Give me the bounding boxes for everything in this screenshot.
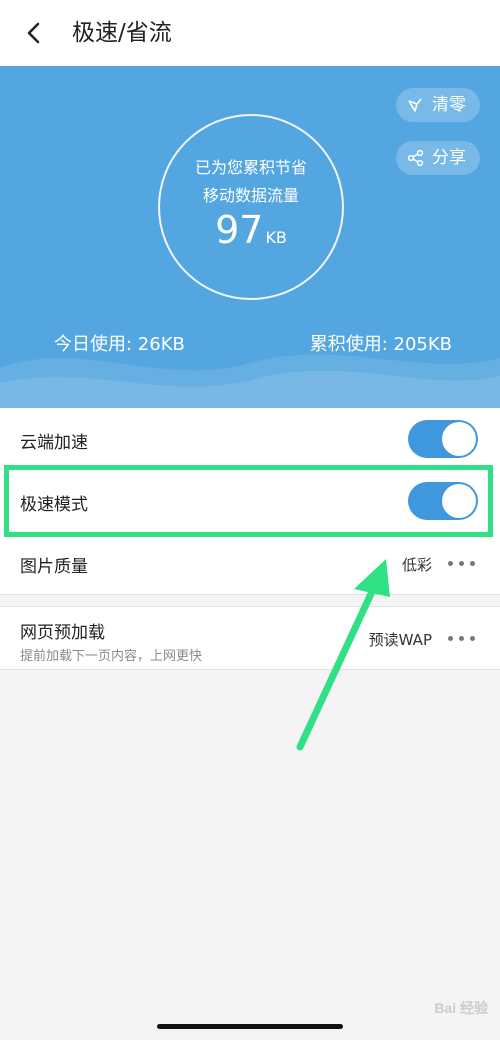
cloud-accel-toggle[interactable] bbox=[408, 420, 478, 458]
savings-caption-line1: 已为您累积节省 bbox=[194, 158, 307, 177]
clear-button[interactable]: 清零 bbox=[396, 88, 480, 122]
top-bar: 极速/省流 bbox=[0, 0, 500, 66]
image-quality-label: 图片质量 bbox=[20, 557, 88, 577]
broom-icon bbox=[408, 98, 422, 112]
back-button[interactable] bbox=[18, 16, 52, 50]
group-divider bbox=[0, 594, 500, 595]
savings-caption-line2: 移动数据流量 bbox=[202, 186, 299, 205]
setting-preload[interactable]: 网页预加载 提前加载下一页内容，上网更快 预读WAP bbox=[0, 607, 500, 669]
today-usage: 今日使用: 26KB bbox=[54, 334, 185, 355]
clear-label: 清零 bbox=[432, 95, 466, 115]
savings-hero: 已为您累积节省 移动数据流量 97 KB 清零 分享 今日使用: 26KB 累积使… bbox=[0, 66, 500, 408]
total-usage: 累积使用: 205KB bbox=[309, 334, 452, 355]
watermark: Bai 经验 bbox=[434, 1000, 488, 1016]
annotation-arrow-icon bbox=[296, 559, 390, 751]
chevron-left-icon bbox=[27, 22, 40, 44]
savings-number: 97 bbox=[215, 208, 264, 252]
share-label: 分享 bbox=[432, 148, 466, 168]
savings-ring: 已为您累积节省 移动数据流量 97 KB bbox=[158, 114, 344, 300]
setting-cloud-accel[interactable]: 云端加速 bbox=[0, 408, 500, 472]
preload-description: 提前加载下一页内容，上网更快 bbox=[20, 649, 203, 664]
more-icon[interactable] bbox=[448, 633, 476, 643]
home-indicator[interactable] bbox=[157, 1024, 343, 1029]
image-quality-value: 低彩 bbox=[401, 556, 432, 574]
savings-value: 97 KB bbox=[160, 208, 342, 252]
toggle-knob bbox=[442, 422, 476, 456]
setting-image-quality[interactable]: 图片质量 低彩 bbox=[0, 532, 500, 594]
page-title: 极速/省流 bbox=[72, 20, 172, 46]
more-icon[interactable] bbox=[448, 558, 476, 568]
highlight-box bbox=[4, 465, 493, 537]
share-icon bbox=[407, 149, 424, 167]
preload-label: 网页预加载 bbox=[20, 623, 105, 643]
share-button[interactable]: 分享 bbox=[396, 141, 480, 175]
cloud-accel-label: 云端加速 bbox=[20, 433, 88, 453]
group-divider bbox=[0, 669, 500, 670]
savings-unit: KB bbox=[265, 228, 287, 247]
